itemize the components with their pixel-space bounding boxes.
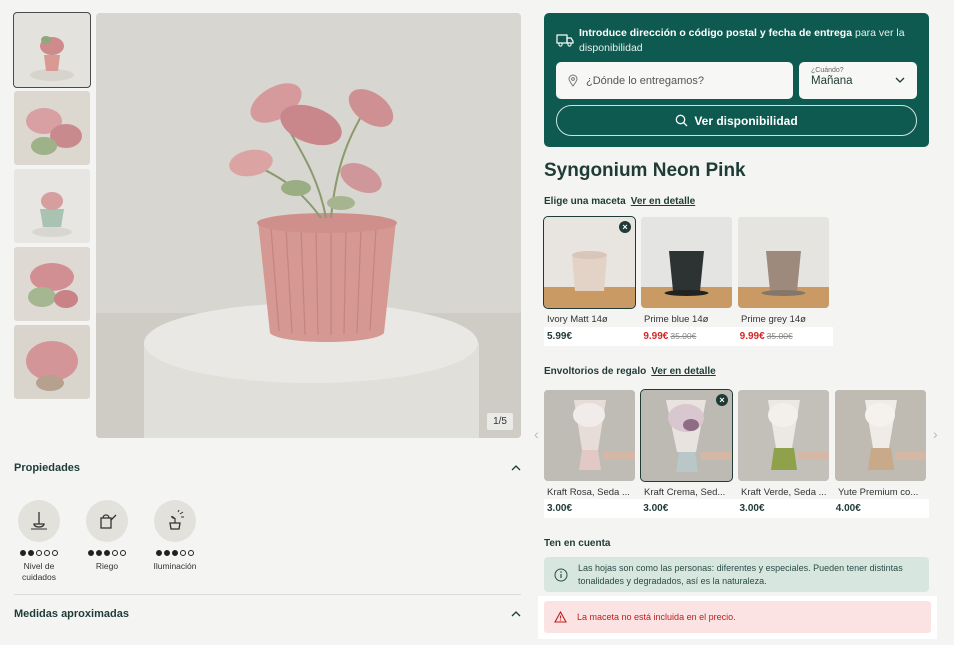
- properties-header[interactable]: Propiedades: [14, 462, 521, 474]
- wrap-price: 4.00€: [835, 503, 861, 514]
- wrap-name: Kraft Crema, Sed...: [644, 487, 726, 498]
- care-level-dots: [20, 550, 58, 556]
- location-pin-icon: [568, 74, 578, 87]
- property-watering: Riego: [82, 500, 132, 583]
- shovel-icon: [18, 500, 60, 542]
- wrap-image[interactable]: [835, 390, 926, 481]
- property-light: Iluminación: [150, 500, 200, 583]
- pot-list: × Ivory Matt 14ø Prime blue 14ø Prime gr…: [543, 216, 829, 325]
- measures-title: Medidas aproximadas: [14, 608, 129, 620]
- warning-highlight: La maceta no está incluida en el precio.: [538, 596, 937, 639]
- search-icon: [675, 114, 688, 127]
- chevron-right-icon[interactable]: ›: [933, 426, 938, 442]
- wrap-price: 3.00€: [739, 503, 765, 514]
- wrap-card[interactable]: × Kraft Crema, Sed...: [640, 389, 733, 498]
- pot-card-prime-blue[interactable]: Prime blue 14ø: [641, 217, 732, 325]
- thumbnail-5[interactable]: [14, 325, 90, 399]
- wrap-card[interactable]: Kraft Rosa, Seda ...: [544, 390, 635, 498]
- chevron-up-icon: [511, 465, 521, 471]
- pot-card-ivory[interactable]: × Ivory Matt 14ø: [543, 216, 636, 325]
- truck-icon: [556, 34, 574, 47]
- pot-name: Ivory Matt 14ø: [547, 314, 608, 325]
- property-label: Iluminación: [153, 561, 197, 571]
- pot-prices: 5.99€ 9.99€ 35.00€ 9.99€ 35.00€: [544, 327, 833, 346]
- wrap-image[interactable]: [544, 390, 635, 481]
- when-label: ¿Cuándo?: [811, 67, 844, 74]
- delivery-date-select[interactable]: ¿Cuándo? Mañana: [799, 62, 917, 99]
- thumbnail-1[interactable]: [13, 12, 91, 88]
- wraps-heading: Envoltorios de regalo Ver en detalle: [544, 366, 716, 377]
- property-care: Nivel de cuidados: [14, 500, 64, 583]
- warning-triangle-icon: [554, 611, 567, 623]
- properties-title: Propiedades: [14, 462, 81, 474]
- divider: [14, 594, 521, 595]
- thumbnail-2[interactable]: [14, 91, 90, 165]
- pot-name: Prime grey 14ø: [741, 314, 806, 325]
- wrap-card[interactable]: Yute Premium co...: [835, 390, 926, 498]
- warning-notice: La maceta no está incluida en el precio.: [544, 601, 931, 633]
- wrap-image[interactable]: [738, 390, 829, 481]
- light-level-dots: [156, 550, 194, 556]
- wrap-price: 3.00€: [643, 503, 669, 514]
- product-title: Syngonium Neon Pink: [544, 160, 746, 181]
- pot-name: Prime blue 14ø: [644, 314, 709, 325]
- wrap-name: Yute Premium co...: [838, 487, 919, 498]
- info-text: Las hojas son como las personas: diferen…: [578, 562, 903, 586]
- wrap-name: Kraft Rosa, Seda ...: [547, 487, 630, 498]
- delivery-check-panel: Introduce dirección o código postal y fe…: [544, 13, 929, 147]
- chevron-left-icon[interactable]: ‹: [534, 426, 539, 442]
- pots-detail-link[interactable]: Ver en detalle: [631, 196, 695, 207]
- thumbnail-list: [13, 12, 91, 403]
- delivery-intro: Introduce dirección o código postal y fe…: [579, 27, 905, 54]
- property-label: Riego: [95, 561, 119, 571]
- measures-header[interactable]: Medidas aproximadas: [14, 608, 521, 620]
- sun-plant-icon: [154, 500, 196, 542]
- wrap-list: Kraft Rosa, Seda ... × Kraft Crema, Sed.…: [544, 389, 926, 498]
- chevron-up-icon: [511, 611, 521, 617]
- pot-card-prime-grey[interactable]: Prime grey 14ø: [738, 217, 829, 325]
- watering-level-dots: [88, 550, 126, 556]
- check-availability-button[interactable]: Ver disponibilidad: [556, 105, 917, 136]
- address-input[interactable]: ¿Dónde lo entregamos?: [556, 62, 793, 99]
- deselect-x-icon[interactable]: ×: [619, 221, 631, 233]
- check-availability-label: Ver disponibilidad: [694, 113, 798, 128]
- pots-heading: Elige una maceta Ver en detalle: [544, 196, 696, 207]
- properties-list: Nivel de cuidados Riego Iluminación: [14, 500, 200, 583]
- deselect-x-icon[interactable]: ×: [716, 394, 728, 406]
- warning-text: La maceta no está incluida en el precio.: [577, 612, 736, 622]
- thumbnail-3[interactable]: [14, 169, 90, 243]
- wrap-image[interactable]: ×: [640, 389, 733, 482]
- wraps-detail-link[interactable]: Ver en detalle: [651, 366, 715, 377]
- thumbnail-4[interactable]: [14, 247, 90, 321]
- pot-image[interactable]: ×: [543, 216, 636, 309]
- info-notice: Las hojas son como las personas: diferen…: [544, 557, 929, 592]
- watering-can-icon: [86, 500, 128, 542]
- pot-image[interactable]: [738, 217, 829, 308]
- pot-price: 5.99€: [547, 331, 573, 342]
- main-product-image[interactable]: 1/5: [96, 13, 521, 438]
- wrap-name: Kraft Verde, Seda ...: [741, 487, 827, 498]
- wrap-prices: 3.00€ 3.00€ 3.00€ 4.00€: [544, 499, 929, 518]
- wrap-price: 3.00€: [547, 503, 573, 514]
- when-value: Mañana: [811, 75, 853, 87]
- wrap-card[interactable]: Kraft Verde, Seda ...: [738, 390, 829, 498]
- pot-image[interactable]: [641, 217, 732, 308]
- info-icon: [554, 568, 568, 581]
- notes-heading: Ten en cuenta: [544, 538, 611, 549]
- property-label: Nivel de cuidados: [21, 561, 57, 582]
- chevron-down-icon: [895, 77, 905, 83]
- pot-price: 9.99€ 35.00€: [739, 331, 793, 342]
- pot-price: 9.99€ 35.00€: [643, 331, 697, 342]
- image-counter: 1/5: [487, 413, 513, 430]
- address-placeholder: ¿Dónde lo entregamos?: [586, 74, 705, 87]
